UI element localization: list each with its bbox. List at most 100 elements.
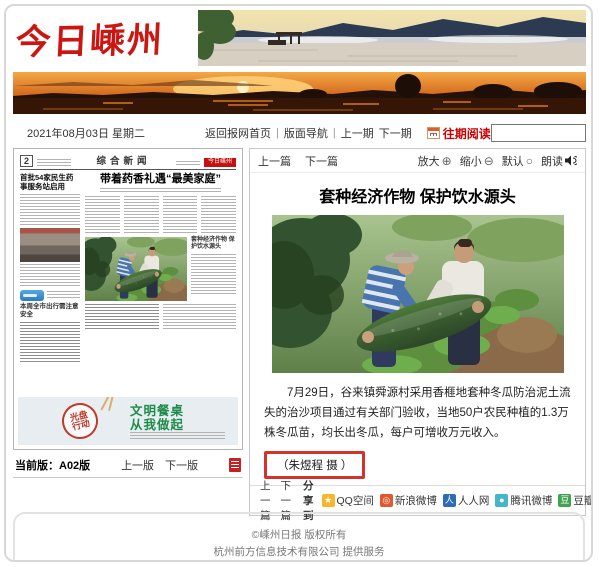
weather-widget (20, 290, 80, 301)
thumb-main-headline: 带着药香礼遇“最美家庭” (85, 173, 236, 186)
thumb-side-headline: 首批54家民生药事服务站启用 (20, 173, 80, 192)
separator: | (333, 127, 336, 139)
article-photo (272, 215, 564, 373)
byline-annotation-box: （朱煜程 摄 ） (264, 451, 365, 479)
thumb-section-name: 综合新闻 (75, 153, 172, 167)
page-thumbnail[interactable]: 2 综合新闻 今日嵊州 首批54家民生药事服务站启用 (13, 148, 243, 450)
prev-page-link[interactable]: 上一版 (121, 460, 154, 472)
footer: ©嵊州日报 版权所有 杭州前方信息技术有限公司 提供服务 (13, 512, 585, 562)
home-link[interactable]: 返回报网首页 (205, 125, 271, 141)
read-aloud-button[interactable]: 朗读 (541, 153, 577, 169)
current-page-bar: 当前版： A02版 上一版 下一版 (13, 456, 243, 478)
text-placeholder (100, 188, 221, 193)
share-renren[interactable]: 人 人人网 (443, 493, 490, 508)
text-placeholder (130, 432, 225, 440)
page-nav-link[interactable]: 版面导航 (284, 125, 328, 141)
article-title: 套种经济作物 保护饮水源头 (256, 183, 579, 207)
zoom-in-button[interactable]: 放大⊕ (418, 153, 452, 169)
thumb-text-columns (85, 196, 236, 234)
thumb-text-columns (85, 304, 236, 330)
toolbar: 2021年08月03日 星期二 返回报网首页 | 版面导航 | 上一期 下一期 … (13, 118, 586, 148)
share-item-label: 豆瓣 (573, 493, 593, 508)
site-logo-text: 今日嵊州 (15, 11, 166, 65)
banner-sunset-photo (13, 72, 586, 114)
prev-issue-link[interactable]: 上一期 (341, 125, 374, 141)
speaker-icon (565, 155, 577, 166)
text-placeholder (20, 264, 80, 288)
thumb-photo-story-title: 套种经济作物 保护饮水源头 (191, 237, 236, 253)
zoom-in-icon: ⊕ (442, 155, 452, 167)
tencent-weibo-icon: ● (495, 494, 508, 507)
thumb-main-column: 带着药香礼遇“最美家庭” 套种经济作物 保护饮水源头 (85, 173, 236, 364)
pdf-icon[interactable] (229, 458, 241, 472)
search-button[interactable]: 搜 索 (592, 122, 593, 144)
qzone-icon: ★ (322, 494, 335, 507)
page-card: 今日嵊州 (4, 4, 593, 562)
share-item-label: 新浪微博 (395, 493, 437, 508)
next-page-link[interactable]: 下一版 (165, 460, 198, 472)
share-item-label: 腾讯微博 (510, 493, 552, 508)
default-size-button[interactable]: 默认○ (502, 153, 533, 169)
prev-article-link[interactable]: 上一篇 (258, 153, 291, 169)
article-body: 7月29日，谷来镇舜源村采用香榧地套种冬瓜防治泥土流失的治沙项目通过有关部门验收… (250, 379, 585, 443)
next-issue-link[interactable]: 下一期 (379, 125, 412, 141)
renren-icon: 人 (443, 494, 456, 507)
thumb-photo-indoor (20, 228, 80, 262)
toolbar-nav: 返回报网首页 | 版面导航 | 上一期 下一期 往期阅读 (205, 125, 491, 142)
text-placeholder (37, 159, 71, 167)
current-page-label: 当前版： (15, 457, 59, 473)
text-placeholder (85, 304, 159, 330)
share-item-label: 人人网 (458, 493, 490, 508)
ad-slogan-line: 文明餐桌 (130, 404, 184, 418)
clean-plate-stamp: 光盘 行动 (58, 399, 102, 443)
separator: | (276, 127, 279, 139)
zoom-out-button[interactable]: 缩小⊖ (460, 153, 494, 169)
text-placeholder (163, 196, 198, 234)
sunset-graphic (13, 72, 586, 114)
share-item-label: QQ空间 (337, 493, 374, 508)
share-bar: 上一篇 下一篇 分享到 ★ QQ空间 ◎ 新浪微博 人 人人网 ● 腾讯微博 豆… (250, 485, 585, 515)
archive-link[interactable]: 往期阅读 (427, 125, 491, 142)
thumb-melon-photo (85, 237, 187, 301)
share-qzone[interactable]: ★ QQ空间 (322, 493, 374, 508)
thumb-page-number: 2 (20, 155, 33, 167)
default-size-icon: ○ (526, 155, 533, 167)
chopsticks-icon (108, 397, 114, 411)
next-article-link[interactable]: 下一篇 (305, 153, 338, 169)
article-panel: 上一篇 下一篇 放大⊕ 缩小⊖ 默认○ 朗读 套种经济作物 保护饮水源头 7月2… (249, 148, 586, 516)
text-placeholder (124, 196, 159, 234)
sina-weibo-icon: ◎ (380, 494, 393, 507)
archive-label: 往期阅读 (443, 125, 491, 142)
masthead-lake-photo (198, 10, 586, 66)
douban-icon: 豆 (558, 494, 571, 507)
lake-photo-graphic (198, 10, 586, 66)
ad-slogan-line: 从我做起 (130, 418, 184, 432)
divider (20, 169, 236, 170)
thumb-mini-logo: 今日嵊州 (204, 158, 236, 167)
thumb-page-header: 2 综合新闻 今日嵊州 (18, 153, 238, 168)
stamp-text: 行动 (71, 419, 91, 433)
weather-icon (20, 290, 44, 301)
copyright-line: ©嵊州日报 版权所有 (15, 527, 583, 544)
calendar-icon (427, 127, 440, 139)
text-placeholder (201, 196, 236, 234)
thumb-photo-story: 套种经济作物 保护饮水源头 (191, 237, 236, 301)
share-tencent-weibo[interactable]: ● 腾讯微博 (495, 493, 552, 508)
share-sina-weibo[interactable]: ◎ 新浪微博 (380, 493, 437, 508)
search-input[interactable] (491, 124, 586, 142)
share-douban[interactable]: 豆 豆瓣 (558, 493, 593, 508)
thumb-left-column: 首批54家民生药事服务站启用 本周全市出行需注意安全 (20, 173, 80, 364)
text-placeholder (20, 322, 80, 364)
text-placeholder (163, 304, 237, 330)
site-logo: 今日嵊州 (16, 12, 186, 64)
thumb-ad-banner: 光盘 行动 文明餐桌 从我做起 (18, 397, 238, 445)
page-thumbnail-panel: 2 综合新闻 今日嵊州 首批54家民生药事服务站启用 (13, 148, 243, 478)
byline-text: （朱煜程 摄 ） (277, 460, 352, 472)
article-controls: 上一篇 下一篇 放大⊕ 缩小⊖ 默认○ 朗读 (250, 149, 585, 173)
thumb-weather-headline: 本周全市出行需注意安全 (20, 303, 80, 320)
zoom-out-icon: ⊖ (484, 155, 494, 167)
search-area: 搜 索 嵊州网搜索 (491, 122, 593, 144)
view-tools: 放大⊕ 缩小⊖ 默认○ 朗读 (418, 153, 577, 169)
current-page-value: A02版 (59, 457, 90, 473)
ad-slogan: 文明餐桌 从我做起 (130, 404, 184, 433)
